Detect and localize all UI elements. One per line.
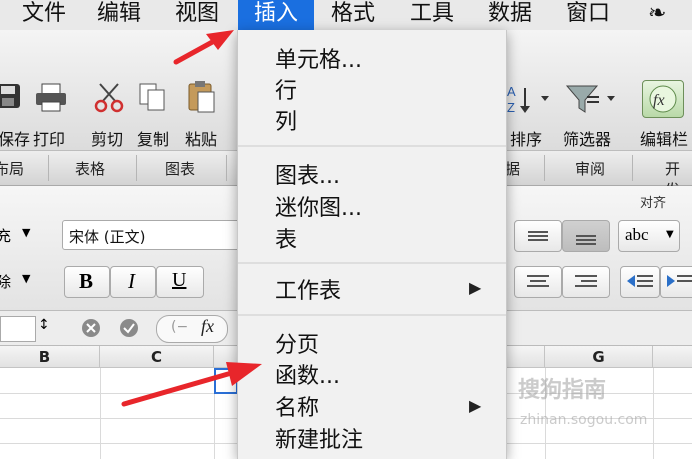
annotation-arrow-icon <box>173 30 234 65</box>
annotation-arrows <box>121 30 262 407</box>
annotation-arrow-icon <box>121 362 262 407</box>
